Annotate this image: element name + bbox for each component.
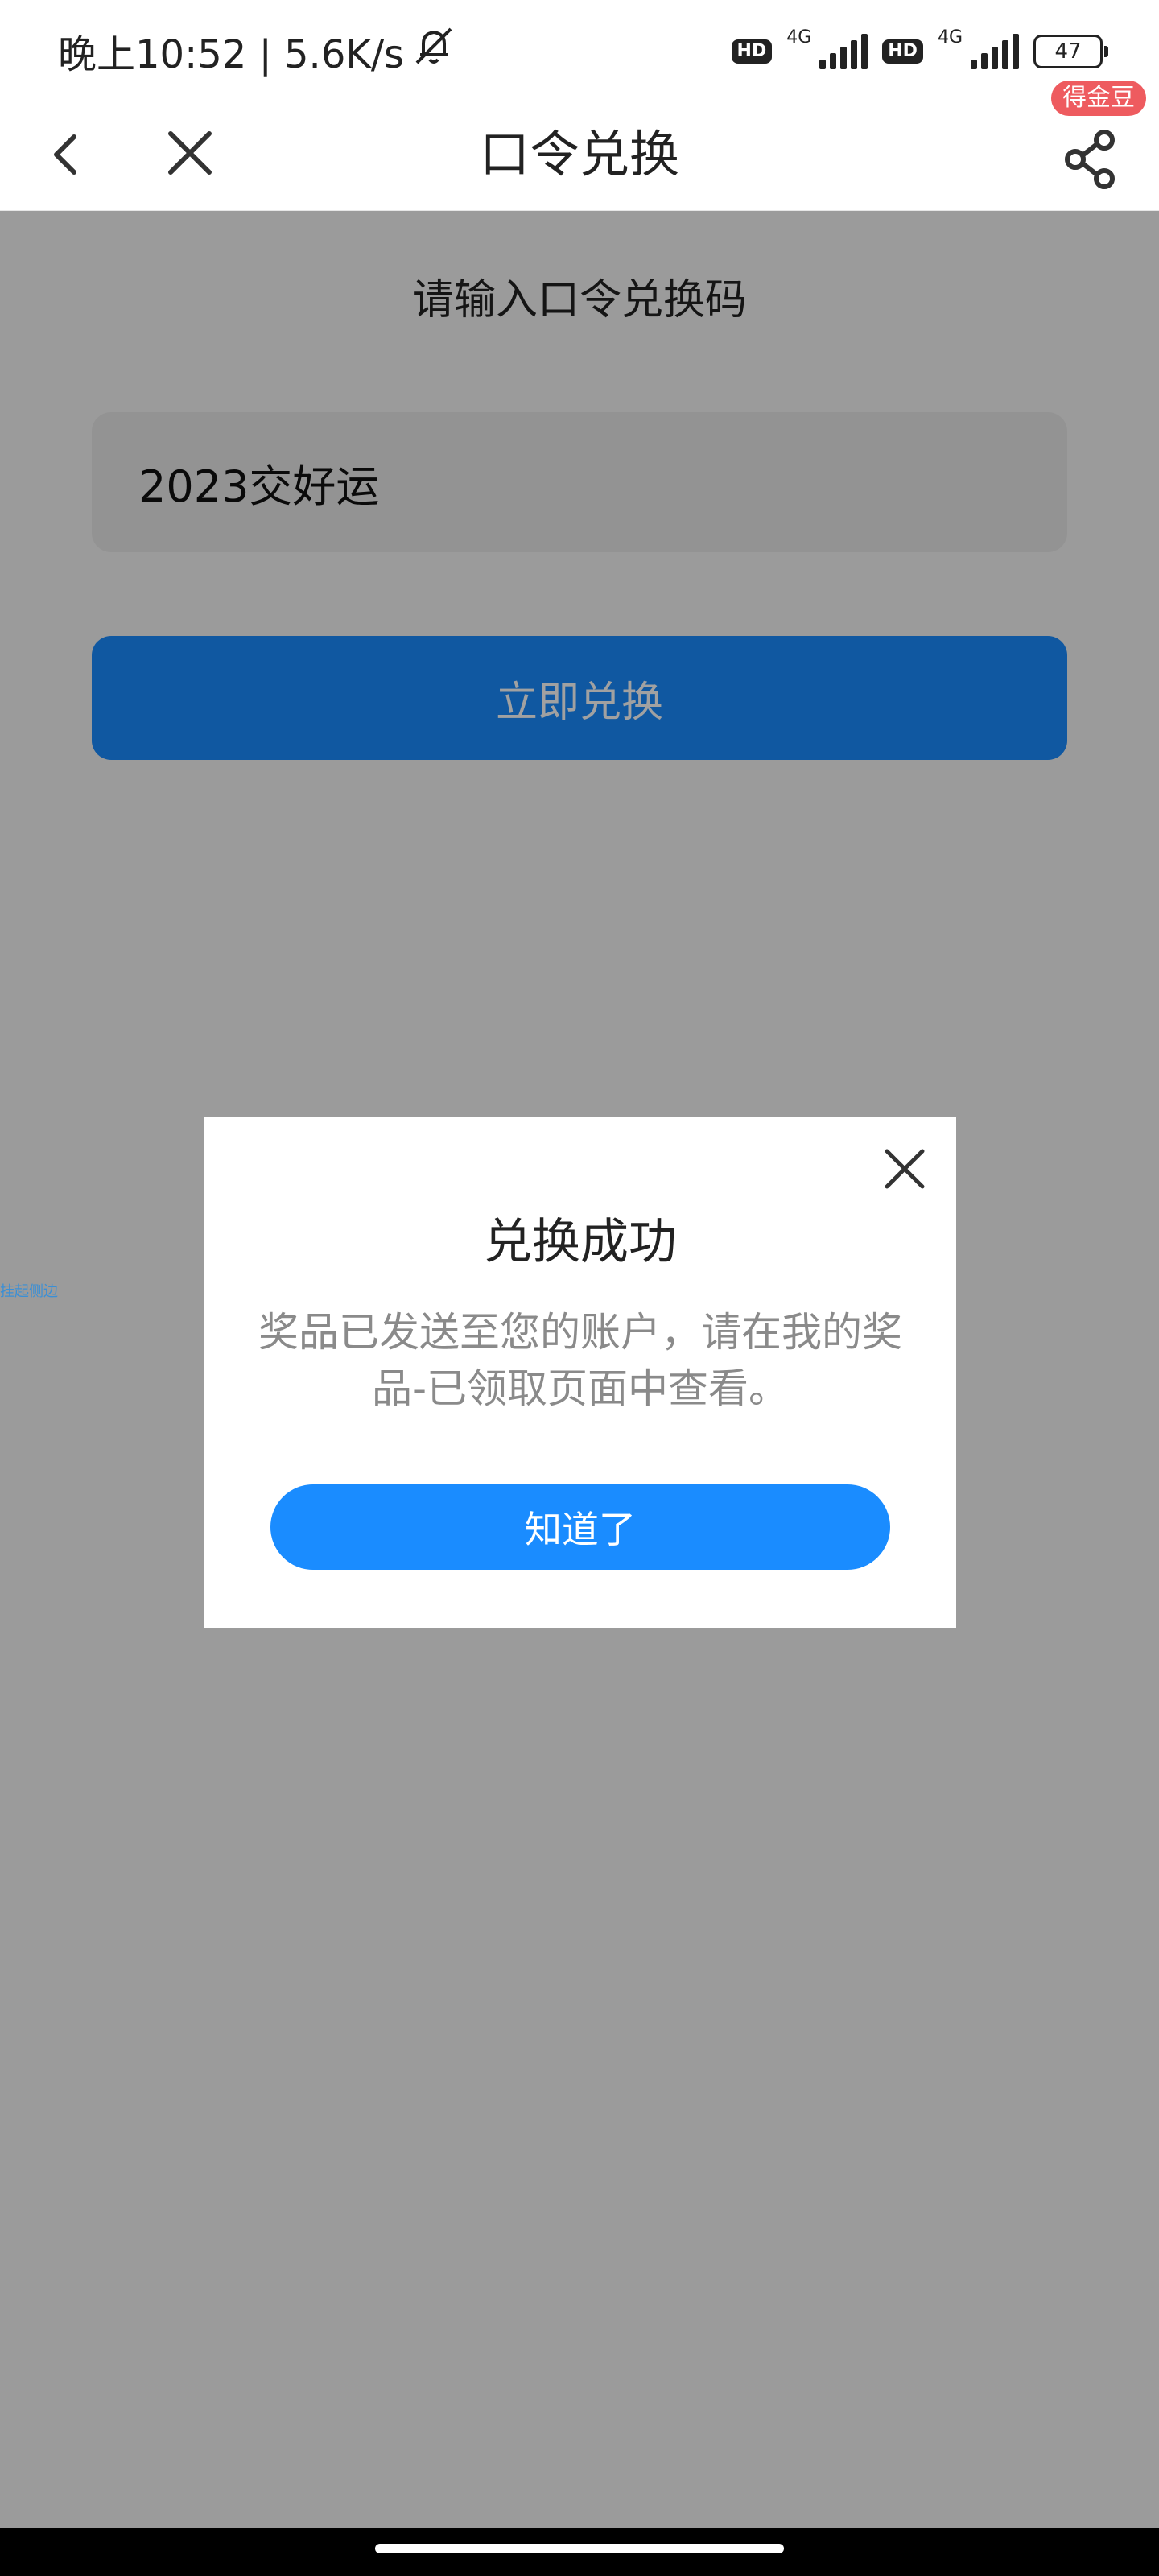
status-left: 晚上10:52 | 5.6K/s [58, 23, 456, 79]
sim2-hd-badge: HD [882, 39, 923, 64]
status-bar: 晚上10:52 | 5.6K/s HD 4G HD 4G 47 [0, 0, 1159, 100]
nav-bar: 口令兑换 [0, 100, 1159, 211]
battery-level: 47 [1054, 39, 1082, 64]
signal-icon [971, 34, 1019, 69]
home-indicator[interactable] [375, 2544, 784, 2553]
sim1-net-label: 4G [786, 27, 812, 47]
side-tag[interactable]: 挂起侧边 [0, 1280, 58, 1301]
battery-icon: 47 [1033, 35, 1108, 68]
gesture-bar [0, 2528, 1159, 2576]
sim2-net-label: 4G [937, 27, 963, 47]
got-it-button[interactable]: 知道了 [270, 1484, 890, 1570]
dialog-close-icon[interactable] [881, 1145, 929, 1193]
dialog-title: 兑换成功 [484, 1214, 677, 1270]
page-title: 口令兑换 [479, 125, 679, 184]
gold-bean-badge[interactable]: 得金豆 [1051, 80, 1146, 116]
success-dialog: 兑换成功 奖品已发送至您的账户，请在我的奖品-已领取页面中查看。 知道了 [204, 1117, 956, 1628]
sim1-hd-badge: HD [731, 39, 773, 64]
status-right: HD 4G HD 4G 47 [731, 26, 1108, 77]
dialog-message: 奖品已发送至您的账户，请在我的奖品-已领取页面中查看。 [258, 1309, 902, 1412]
status-time-speed: 晚上10:52 | 5.6K/s [58, 32, 405, 77]
share-icon[interactable] [1054, 116, 1127, 196]
signal-icon [819, 34, 868, 69]
mute-icon [412, 24, 456, 77]
